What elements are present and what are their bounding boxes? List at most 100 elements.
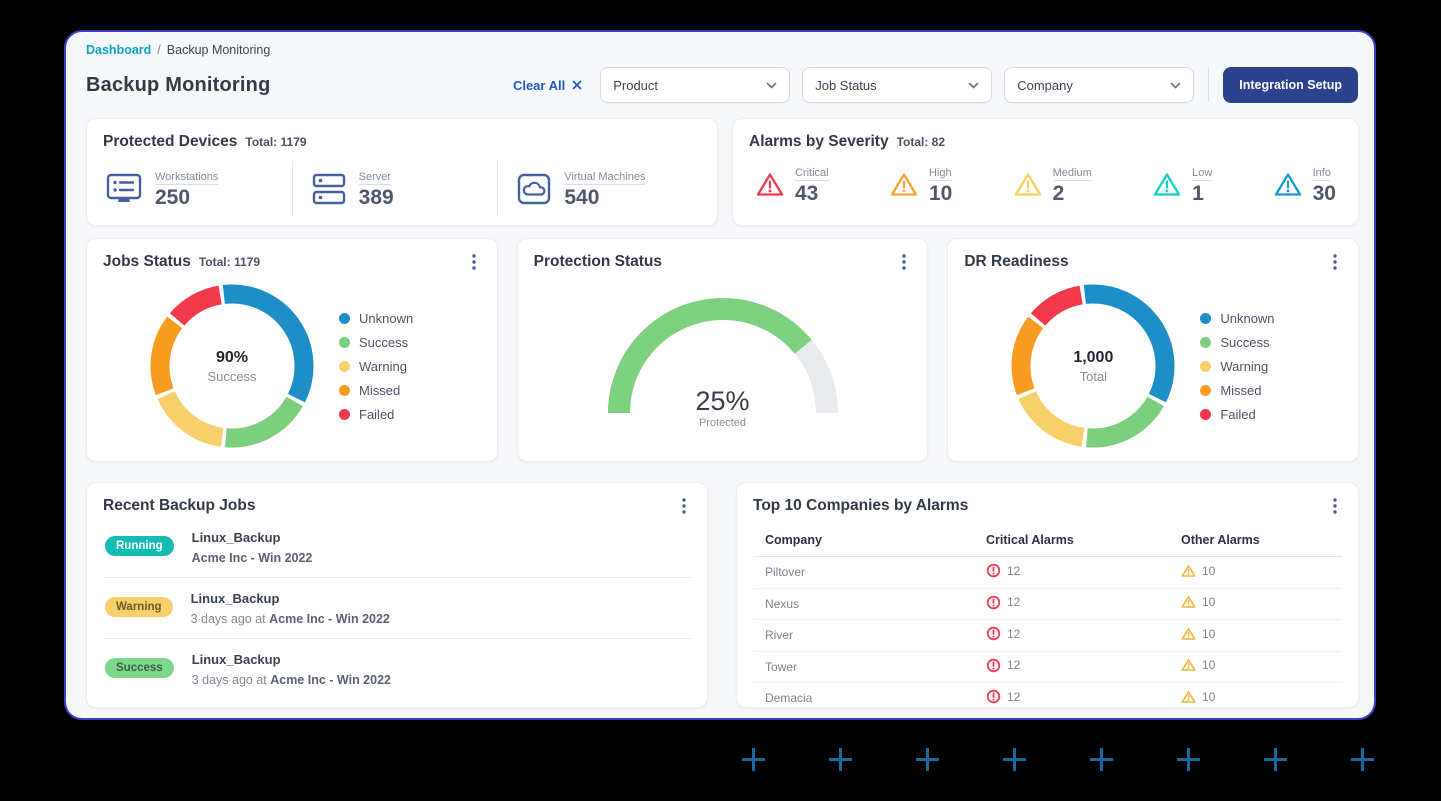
card-total: Total: 1179 xyxy=(199,255,260,269)
protection-status-gauge: 25% Protected xyxy=(607,293,839,425)
gauge-label: Protected xyxy=(607,417,839,429)
card-title: DR Readiness xyxy=(964,253,1068,271)
other-alarm-icon xyxy=(1181,690,1196,704)
legend-item-success: Success xyxy=(339,335,413,350)
legend-item-success: Success xyxy=(1200,335,1274,350)
legend-item-missed: Missed xyxy=(339,383,413,398)
job-name: Linux_Backup xyxy=(192,530,313,545)
chevron-down-icon xyxy=(968,82,979,89)
plus-icon xyxy=(914,746,941,773)
integration-setup-button[interactable]: Integration Setup xyxy=(1223,67,1358,103)
dashboard-panel: Dashboard / Backup Monitoring Backup Mon… xyxy=(64,30,1376,720)
jobs-status-donut-chart: 90% Success xyxy=(149,283,315,449)
table-row: Tower 12 10 xyxy=(753,651,1342,683)
card-title: Protected Devices xyxy=(103,133,237,151)
plus-icon xyxy=(740,746,767,773)
legend-item-warning: Warning xyxy=(1200,359,1274,374)
device-metric-server: Server 389 xyxy=(292,161,498,216)
critical-alarm-icon xyxy=(986,595,1001,610)
server-icon xyxy=(311,172,347,206)
column-header: Other Alarms xyxy=(1173,525,1342,557)
donut-center-value: 1,000 xyxy=(1073,349,1113,367)
status-badge: Running xyxy=(105,536,174,556)
donut-center-label: Total xyxy=(1080,369,1107,384)
company-cell: Tower xyxy=(753,651,978,683)
other-alarms-cell: 10 xyxy=(1173,620,1342,652)
other-alarm-icon xyxy=(1181,564,1196,578)
filter-dropdown-company[interactable]: Company xyxy=(1004,67,1194,103)
critical-alarm-icon xyxy=(986,563,1001,578)
warning-triangle-icon xyxy=(1273,171,1303,198)
critical-alarms-cell: 12 xyxy=(978,588,1173,620)
recent-backup-jobs-card: Recent Backup Jobs Running Linux_Backup … xyxy=(86,482,708,708)
kebab-menu-icon[interactable] xyxy=(1326,253,1344,271)
legend-label: Warning xyxy=(359,359,407,374)
kebab-dots xyxy=(472,254,476,270)
job-subtitle: Acme Inc - Win 2022 xyxy=(192,551,313,565)
metric-label: Low xyxy=(1192,167,1212,181)
status-badge: Success xyxy=(105,658,174,678)
companies-table: CompanyCritical AlarmsOther Alarms Pilto… xyxy=(753,525,1342,708)
breadcrumb: Dashboard / Backup Monitoring xyxy=(86,43,1358,57)
warning-triangle-icon xyxy=(1152,171,1182,198)
other-alarms-cell: 10 xyxy=(1173,557,1342,589)
warning-triangle-icon xyxy=(755,171,785,198)
legend-dot xyxy=(339,337,350,348)
card-title: Jobs Status xyxy=(103,253,191,271)
table-row: Nexus 12 10 xyxy=(753,588,1342,620)
severity-metric-medium: Medium 2 xyxy=(1013,163,1092,206)
device-metric-virtual-machines: Virtual Machines 540 xyxy=(497,161,703,216)
legend-dot xyxy=(1200,313,1211,324)
protection-status-card: Protection Status 25% Protected xyxy=(517,238,929,462)
plus-icon xyxy=(1088,746,1115,773)
legend-item-unknown: Unknown xyxy=(339,311,413,326)
kebab-menu-icon[interactable] xyxy=(675,497,693,515)
dropdown-label: Company xyxy=(1017,78,1073,93)
card-total: Total: 1179 xyxy=(245,135,306,149)
company-cell: Piltover xyxy=(753,557,978,589)
close-icon[interactable] xyxy=(572,80,582,90)
dropdown-label: Job Status xyxy=(815,78,876,93)
breadcrumb-current: Backup Monitoring xyxy=(167,43,271,57)
severity-metric-high: High 10 xyxy=(889,163,952,206)
card-title: Protection Status xyxy=(534,253,662,271)
clear-all-button[interactable]: Clear All xyxy=(513,78,582,93)
plus-icon xyxy=(1175,746,1202,773)
card-title: Alarms by Severity xyxy=(749,133,889,151)
kebab-menu-icon[interactable] xyxy=(1326,497,1344,515)
metric-value: 250 xyxy=(155,186,218,210)
legend-dot xyxy=(1200,385,1211,396)
critical-alarms-cell: 12 xyxy=(978,683,1173,709)
kebab-menu-icon[interactable] xyxy=(895,253,913,271)
filter-dropdown-product[interactable]: Product xyxy=(600,67,790,103)
virtual-machine-icon xyxy=(516,172,552,206)
legend-dot xyxy=(1200,409,1211,420)
plus-icon xyxy=(1001,746,1028,773)
legend-dot xyxy=(339,409,350,420)
backup-job-row: Success Linux_Backup 3 days ago at Acme … xyxy=(103,639,691,699)
top-companies-card: Top 10 Companies by Alarms CompanyCritic… xyxy=(736,482,1359,708)
metric-label: Info xyxy=(1313,167,1331,181)
dr-readiness-donut-chart: 1,000 Total xyxy=(1010,283,1176,449)
metric-label: High xyxy=(929,167,952,181)
other-alarms-cell: 10 xyxy=(1173,588,1342,620)
alarms-by-severity-card: Alarms by Severity Total: 82 Critical 43… xyxy=(732,118,1359,226)
metric-label: Medium xyxy=(1053,167,1092,181)
severity-metric-low: Low 1 xyxy=(1152,163,1212,206)
filter-dropdown-job-status[interactable]: Job Status xyxy=(802,67,992,103)
chevron-down-icon xyxy=(1170,82,1181,89)
metric-value: 2 xyxy=(1053,182,1092,206)
legend-dot xyxy=(1200,337,1211,348)
severity-metric-critical: Critical 43 xyxy=(755,163,829,206)
legend-dot xyxy=(339,361,350,372)
breadcrumb-dashboard-link[interactable]: Dashboard xyxy=(86,43,151,57)
critical-alarms-cell: 12 xyxy=(978,620,1173,652)
kebab-menu-icon[interactable] xyxy=(465,253,483,271)
metric-value: 1 xyxy=(1192,182,1212,206)
header-divider xyxy=(1208,68,1209,102)
critical-alarm-icon xyxy=(986,626,1001,641)
warning-triangle-icon xyxy=(1013,171,1043,198)
decorative-plus-row xyxy=(740,746,1376,773)
breadcrumb-separator: / xyxy=(157,43,160,57)
warning-triangle-icon xyxy=(889,171,919,198)
